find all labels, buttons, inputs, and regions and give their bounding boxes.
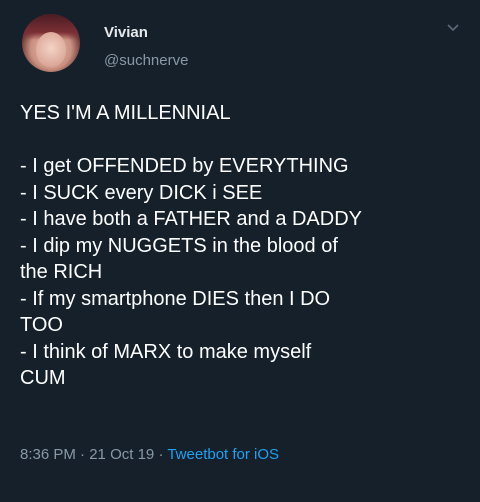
tweet-line: - I think of MARX to make myself (20, 340, 312, 363)
tweet-date[interactable]: 21 Oct 19 (89, 446, 154, 463)
tweet-line: TOO (20, 314, 63, 336)
tweet-line: CUM (20, 367, 66, 389)
tweet-line: the RICH (20, 261, 103, 283)
tweet-line: - I SUCK every DICK i SEE (20, 181, 263, 204)
tweet-source-link[interactable]: Tweetbot for iOS (167, 446, 279, 463)
meta-separator: · (80, 446, 86, 463)
tweet-line: - I get OFFENDED by EVERYTHING (20, 155, 349, 177)
user-handle[interactable]: @suchnerve (104, 52, 188, 69)
tweet-heading: YES I'M A MILLENNIAL (20, 102, 231, 124)
tweet-text: YES I'M A MILLENNIAL - I get OFFENDED by… (20, 100, 466, 392)
tweet-line: - I dip my NUGGETS in the blood of (20, 234, 338, 257)
tweet-meta: 8:36 PM · 21 Oct 19 · Tweetbot for iOS (20, 446, 279, 463)
tweet-line: - If my smartphone DIES then I DO (20, 287, 331, 310)
chevron-down-icon[interactable] (446, 22, 460, 34)
meta-separator: · (158, 446, 164, 463)
tweet-card: Vivian @suchnerve YES I'M A MILLENNIAL -… (0, 0, 480, 502)
tweet-time[interactable]: 8:36 PM (20, 446, 76, 463)
display-name[interactable]: Vivian (104, 24, 148, 41)
avatar-face (36, 32, 66, 68)
tweet-line: - I have both a FATHER and a DADDY (20, 208, 363, 230)
avatar[interactable] (22, 14, 80, 72)
